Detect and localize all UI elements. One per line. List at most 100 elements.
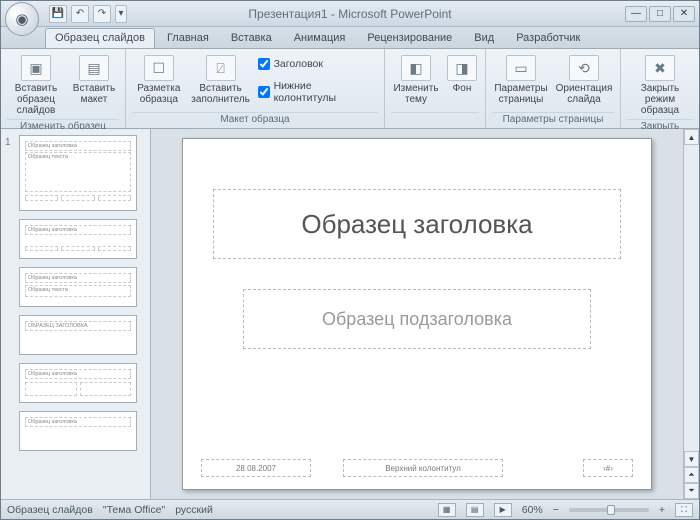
office-button[interactable]: ◉ — [5, 2, 39, 36]
master-layout-icon: ☐ — [144, 55, 174, 81]
thumb-title-line: Образец заголовка — [25, 141, 131, 151]
prev-slide-button[interactable]: ⏶ — [684, 467, 699, 483]
app-window: ◉ 💾 ↶ ↷ ▾ Презентация1 - Microsoft Power… — [0, 0, 700, 520]
zoom-in-button[interactable]: + — [659, 504, 665, 516]
insert-slide-master-label: Вставить образец слайдов — [10, 83, 62, 116]
undo-button[interactable]: ↶ — [71, 5, 89, 23]
title-placeholder[interactable]: Образец заголовка — [213, 189, 621, 259]
next-slide-button[interactable]: ⏷ — [684, 483, 699, 499]
group-master-layout-label: Макет образца — [132, 112, 378, 126]
background-icon: ◨ — [447, 55, 477, 81]
group-close: ✖ Закрыть режим образца Закрыть — [621, 49, 699, 128]
slidenumber-placeholder[interactable]: ‹#› — [583, 459, 633, 477]
scroll-track[interactable] — [684, 145, 699, 451]
layout-thumbnail[interactable]: ОБРАЗЕЦ ЗАГОЛОВКА — [19, 315, 137, 355]
page-setup-label: Параметры страницы — [494, 83, 547, 105]
placeholder-icon: ⍁ — [206, 55, 236, 81]
layout-thumbnail[interactable]: Образец заголовка — [19, 219, 137, 259]
thumbnail-pane[interactable]: 1 Образец заголовка Образец текста Образ… — [1, 129, 151, 499]
status-language[interactable]: русский — [175, 504, 213, 516]
orientation-button[interactable]: ⟲ Ориентация слайда — [554, 52, 614, 108]
page-setup-icon: ▭ — [506, 55, 536, 81]
title-checkbox-row[interactable]: Заголовок — [258, 56, 376, 72]
date-placeholder[interactable]: 28.08.2007 — [201, 459, 311, 477]
insert-layout-label: Вставить макет — [72, 83, 116, 105]
minimize-button[interactable]: — — [625, 6, 647, 22]
background-button[interactable]: ◨ Фон — [445, 52, 479, 97]
status-view-mode: Образец слайдов — [7, 504, 93, 516]
insert-placeholder-label: Вставить заполнитель — [191, 83, 250, 105]
insert-placeholder-button[interactable]: ⍁ Вставить заполнитель — [190, 52, 252, 108]
group-page-setup: ▭ Параметры страницы ⟲ Ориентация слайда… — [486, 49, 621, 128]
tab-developer[interactable]: Разработчик — [506, 28, 590, 48]
ribbon-tabs: Образец слайдов Главная Вставка Анимация… — [1, 27, 699, 49]
normal-view-button[interactable]: ▦ — [438, 503, 456, 517]
themes-button[interactable]: ◧ Изменить тему — [391, 52, 441, 108]
slideshow-view-button[interactable]: ▶ — [494, 503, 512, 517]
page-setup-button[interactable]: ▭ Параметры страницы — [492, 52, 550, 108]
slide[interactable]: Образец заголовка Образец подзаголовка 2… — [182, 138, 652, 490]
slide-canvas[interactable]: Образец заголовка Образец подзаголовка 2… — [151, 129, 683, 499]
insert-slide-master-button[interactable]: ▣ Вставить образец слайдов — [7, 52, 65, 119]
group-edit-master: ▣ Вставить образец слайдов ▤ Вставить ма… — [1, 49, 126, 128]
thumb-body-line: Образец текста — [25, 152, 131, 192]
orientation-label: Ориентация слайда — [556, 83, 613, 105]
scroll-down-button[interactable]: ▼ — [684, 451, 699, 467]
footers-checkbox-row[interactable]: Нижние колонтитулы — [258, 78, 376, 106]
background-label: Фон — [453, 83, 472, 94]
ribbon: ▣ Вставить образец слайдов ▤ Вставить ма… — [1, 49, 699, 129]
vertical-scrollbar[interactable]: ▲ ▼ ⏶ ⏷ — [683, 129, 699, 499]
footers-checkbox-label: Нижние колонтитулы — [274, 80, 376, 104]
close-master-label: Закрыть режим образца — [630, 83, 690, 116]
thumb-layout-title: Образец заголовка — [25, 369, 131, 379]
maximize-button[interactable]: □ — [649, 6, 671, 22]
master-layout-label: Разметка образца — [135, 83, 183, 105]
close-icon: ✖ — [645, 55, 675, 81]
master-thumbnail[interactable]: Образец заголовка Образец текста — [19, 135, 137, 211]
group-master-layout: ☐ Разметка образца ⍁ Вставить заполнител… — [126, 49, 385, 128]
scroll-up-button[interactable]: ▲ — [684, 129, 699, 145]
thumb-layout-uc: ОБРАЗЕЦ ЗАГОЛОВКА — [25, 321, 131, 331]
status-bar: Образец слайдов "Тема Office" русский ▦ … — [1, 499, 699, 519]
layout-thumbnail[interactable]: Образец заголовка Образец текста — [19, 267, 137, 307]
tab-insert[interactable]: Вставка — [221, 28, 282, 48]
zoom-value[interactable]: 60% — [522, 504, 543, 516]
footers-checkbox[interactable] — [258, 86, 270, 98]
tab-slide-master[interactable]: Образец слайдов — [45, 28, 155, 48]
status-theme: "Тема Office" — [103, 504, 165, 516]
slide-master-icon: ▣ — [21, 55, 51, 81]
zoom-knob[interactable] — [607, 505, 615, 515]
thumb-layout-title: Образец заголовка — [25, 273, 131, 283]
zoom-slider[interactable] — [569, 508, 649, 512]
tab-animation[interactable]: Анимация — [284, 28, 356, 48]
master-layout-button[interactable]: ☐ Разметка образца — [132, 52, 186, 108]
close-window-button[interactable]: ✕ — [673, 6, 695, 22]
subtitle-placeholder[interactable]: Образец подзаголовка — [243, 289, 591, 349]
sorter-view-button[interactable]: ▤ — [466, 503, 484, 517]
layout-thumbnail[interactable]: Образец заголовка — [19, 363, 137, 403]
save-button[interactable]: 💾 — [49, 5, 67, 23]
orientation-icon: ⟲ — [569, 55, 599, 81]
title-bar: ◉ 💾 ↶ ↷ ▾ Презентация1 - Microsoft Power… — [1, 1, 699, 27]
tab-review[interactable]: Рецензирование — [357, 28, 462, 48]
themes-label: Изменить тему — [393, 83, 438, 105]
layout-thumbnail[interactable]: Образец заголовка — [19, 411, 137, 451]
close-master-button[interactable]: ✖ Закрыть режим образца — [627, 52, 693, 119]
footer-placeholder[interactable]: Верхний колонтитул — [343, 459, 503, 477]
themes-icon: ◧ — [401, 55, 431, 81]
insert-layout-button[interactable]: ▤ Вставить макет — [69, 52, 119, 108]
group-edit-theme: ◧ Изменить тему ◨ Фон — [385, 49, 486, 128]
tab-view[interactable]: Вид — [464, 28, 504, 48]
title-checkbox-label: Заголовок — [274, 58, 323, 70]
master-index: 1 — [5, 137, 11, 148]
title-checkbox[interactable] — [258, 58, 270, 70]
thumb-layout-title: Образец заголовка — [25, 417, 131, 427]
qat-more-button[interactable]: ▾ — [115, 5, 127, 23]
layout-insert-icon: ▤ — [79, 55, 109, 81]
group-edit-theme-label — [391, 112, 479, 126]
tab-home[interactable]: Главная — [157, 28, 219, 48]
window-controls: — □ ✕ — [625, 6, 695, 22]
zoom-out-button[interactable]: − — [553, 504, 559, 516]
redo-button[interactable]: ↷ — [93, 5, 111, 23]
fit-window-button[interactable]: ⛶ — [675, 503, 693, 517]
